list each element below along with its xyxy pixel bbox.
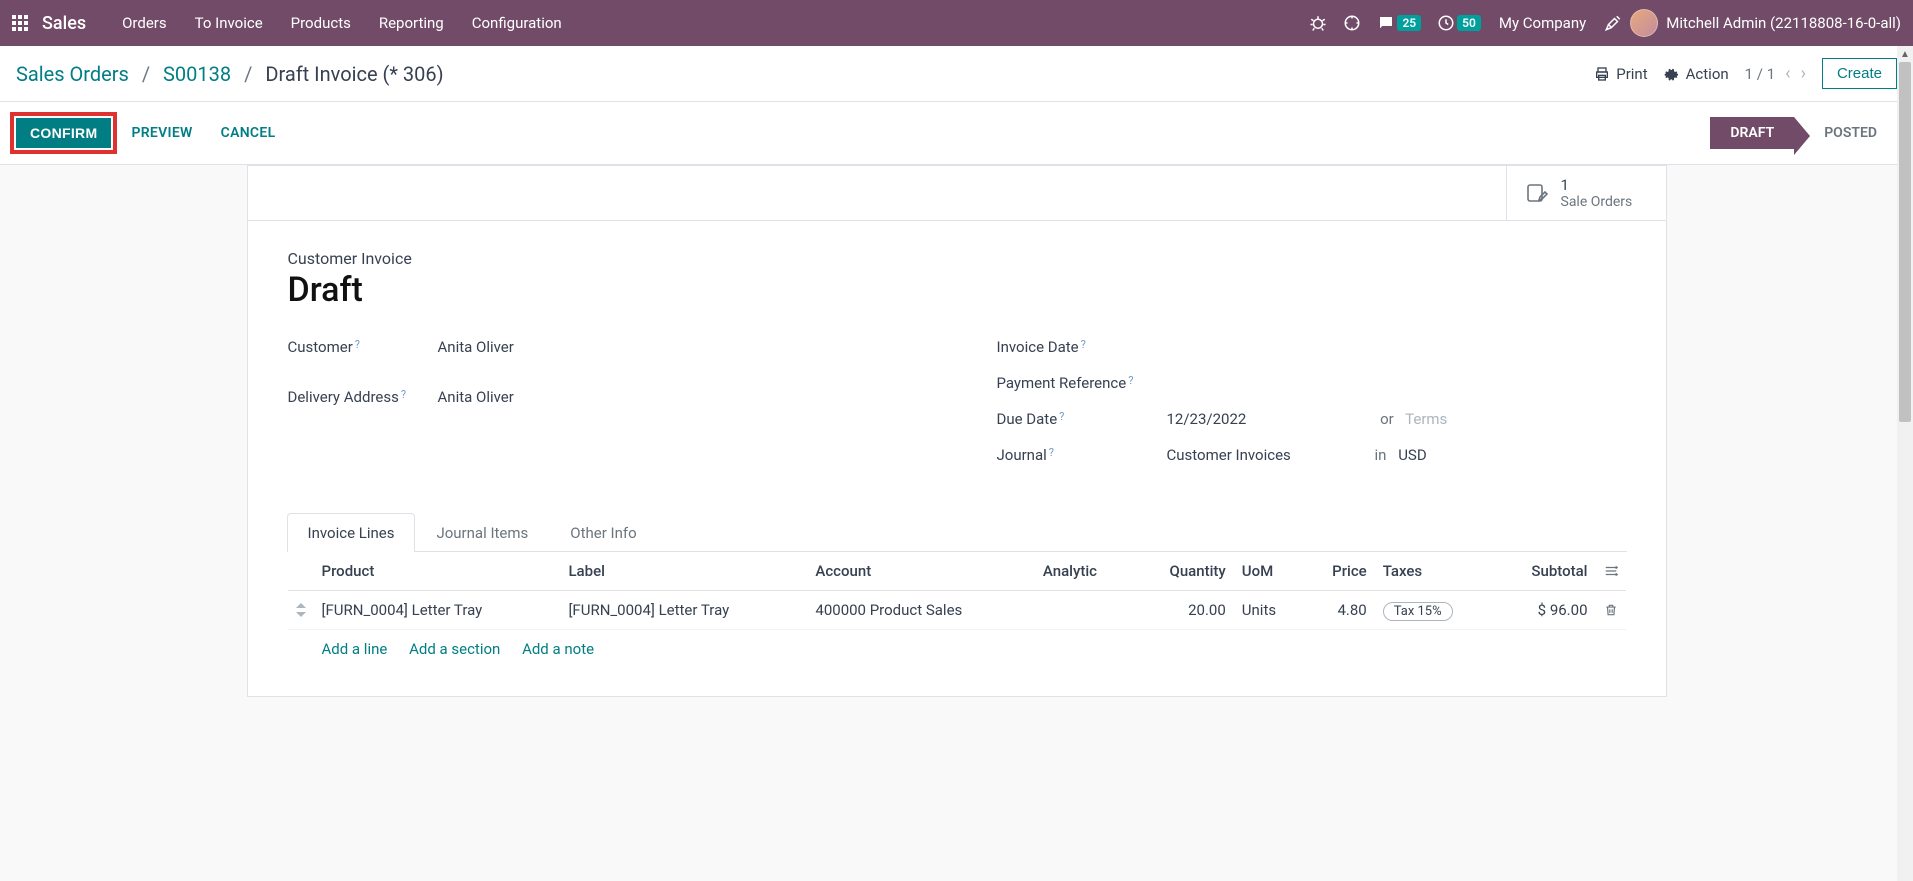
control-bar: Sales Orders / S00138 / Draft Invoice (*…: [0, 46, 1913, 102]
chat-icon[interactable]: 25: [1377, 14, 1421, 32]
breadcrumb-order[interactable]: S00138: [163, 62, 231, 86]
add-note-link[interactable]: Add a note: [522, 640, 594, 658]
pager: 1 / 1 ‹ ›: [1745, 63, 1806, 84]
cell-taxes[interactable]: Tax 15%: [1375, 591, 1495, 630]
pager-prev[interactable]: ‹: [1785, 63, 1790, 84]
scroll-thumb[interactable]: [1899, 62, 1911, 422]
confirm-button[interactable]: CONFIRM: [16, 118, 111, 148]
create-button[interactable]: Create: [1822, 58, 1897, 89]
nav-configuration[interactable]: Configuration: [472, 14, 562, 32]
delivery-address-value[interactable]: Anita Oliver: [438, 388, 917, 406]
help-icon[interactable]: ?: [355, 338, 360, 351]
avatar[interactable]: [1630, 9, 1658, 37]
support-icon[interactable]: [1343, 14, 1361, 32]
delivery-address-label: Delivery Address?: [288, 388, 438, 406]
invoice-date-label: Invoice Date?: [997, 338, 1167, 356]
cell-analytic[interactable]: [1035, 591, 1133, 630]
user-name[interactable]: Mitchell Admin (22118808-16-0-all): [1666, 14, 1901, 32]
due-date-value[interactable]: 12/23/2022 or Terms: [1167, 410, 1626, 428]
status-posted[interactable]: POSTED: [1794, 117, 1897, 149]
col-quantity[interactable]: Quantity: [1133, 552, 1234, 591]
col-uom[interactable]: UoM: [1234, 552, 1304, 591]
help-icon[interactable]: ?: [1049, 446, 1054, 459]
bug-icon[interactable]: [1309, 14, 1327, 32]
brand[interactable]: Sales: [42, 13, 86, 34]
customer-value[interactable]: Anita Oliver: [438, 338, 917, 356]
pager-next[interactable]: ›: [1801, 63, 1806, 84]
journal-label: Journal?: [997, 446, 1167, 464]
help-icon[interactable]: ?: [1059, 410, 1064, 423]
col-price[interactable]: Price: [1304, 552, 1375, 591]
nav-orders[interactable]: Orders: [122, 14, 167, 32]
sale-orders-label: Sale Orders: [1561, 194, 1633, 210]
cell-price[interactable]: 4.80: [1304, 591, 1375, 630]
drag-handle-icon[interactable]: [288, 591, 314, 630]
cell-uom[interactable]: Units: [1234, 591, 1304, 630]
gear-icon: [1664, 66, 1680, 82]
invoice-lines-table: Product Label Account Analytic Quantity …: [288, 552, 1626, 668]
action-button[interactable]: Action: [1664, 65, 1729, 83]
clock-icon[interactable]: 50: [1437, 14, 1481, 32]
payment-reference-label: Payment Reference?: [997, 374, 1167, 392]
clock-badge: 50: [1457, 15, 1481, 31]
col-taxes[interactable]: Taxes: [1375, 552, 1495, 591]
document-title: Draft: [288, 270, 1626, 310]
col-product[interactable]: Product: [314, 552, 561, 591]
col-subtotal[interactable]: Subtotal: [1495, 552, 1596, 591]
due-date-label: Due Date?: [997, 410, 1167, 428]
tab-journal-items[interactable]: Journal Items: [415, 513, 549, 552]
tabs: Invoice Lines Journal Items Other Info: [287, 512, 1627, 552]
journal-value[interactable]: Customer Invoices in USD: [1167, 446, 1626, 464]
help-icon[interactable]: ?: [1081, 338, 1086, 351]
cell-product[interactable]: [FURN_0004] Letter Tray: [314, 591, 561, 630]
pencil-icon: [1525, 181, 1549, 205]
confirm-highlight: CONFIRM: [10, 112, 117, 154]
status-draft[interactable]: DRAFT: [1710, 117, 1794, 149]
cell-account[interactable]: 400000 Product Sales: [807, 591, 1035, 630]
tools-icon[interactable]: [1604, 14, 1622, 32]
top-nav: Sales Orders To Invoice Products Reporti…: [0, 0, 1913, 46]
scroll-up-icon[interactable]: ▲: [1897, 46, 1913, 62]
pager-text: 1 / 1: [1745, 65, 1776, 83]
tab-other-info[interactable]: Other Info: [549, 513, 657, 552]
terms-placeholder[interactable]: Terms: [1405, 410, 1447, 428]
delete-row-icon[interactable]: [1596, 591, 1626, 630]
nav-products[interactable]: Products: [291, 14, 351, 32]
action-bar: CONFIRM PREVIEW CANCEL DRAFT POSTED: [0, 102, 1913, 165]
breadcrumb-current: Draft Invoice (* 306): [265, 62, 443, 86]
cell-quantity[interactable]: 20.00: [1133, 591, 1234, 630]
print-icon: [1594, 66, 1610, 82]
company-name[interactable]: My Company: [1499, 14, 1586, 32]
help-icon[interactable]: ?: [401, 388, 406, 401]
nav-reporting[interactable]: Reporting: [379, 14, 444, 32]
form-sheet: 1 Sale Orders Customer Invoice Draft Cus…: [247, 165, 1667, 697]
col-label[interactable]: Label: [560, 552, 807, 591]
nav-to-invoice[interactable]: To Invoice: [195, 14, 263, 32]
cell-label[interactable]: [FURN_0004] Letter Tray: [560, 591, 807, 630]
col-account[interactable]: Account: [807, 552, 1035, 591]
cell-subtotal: $ 96.00: [1495, 591, 1596, 630]
add-line-link[interactable]: Add a line: [322, 640, 388, 658]
print-button[interactable]: Print: [1594, 65, 1647, 83]
document-type: Customer Invoice: [288, 249, 1626, 268]
add-section-link[interactable]: Add a section: [409, 640, 500, 658]
preview-button[interactable]: PREVIEW: [117, 118, 206, 148]
table-row[interactable]: [FURN_0004] Letter Tray [FURN_0004] Lett…: [288, 591, 1626, 630]
breadcrumb: Sales Orders / S00138 / Draft Invoice (*…: [16, 62, 444, 86]
apps-icon[interactable]: [12, 15, 28, 31]
sale-orders-button-box[interactable]: 1 Sale Orders: [1506, 166, 1666, 220]
tab-invoice-lines[interactable]: Invoice Lines: [287, 513, 416, 552]
columns-settings-icon[interactable]: [1596, 552, 1626, 591]
sale-orders-count: 1: [1561, 176, 1633, 194]
scrollbar[interactable]: ▲: [1897, 46, 1913, 881]
help-icon[interactable]: ?: [1128, 374, 1133, 387]
status-bar: DRAFT POSTED: [1710, 117, 1897, 149]
chat-badge: 25: [1397, 15, 1421, 31]
cancel-button[interactable]: CANCEL: [207, 118, 290, 148]
customer-label: Customer?: [288, 338, 438, 356]
col-analytic[interactable]: Analytic: [1035, 552, 1133, 591]
breadcrumb-sales-orders[interactable]: Sales Orders: [16, 62, 129, 86]
